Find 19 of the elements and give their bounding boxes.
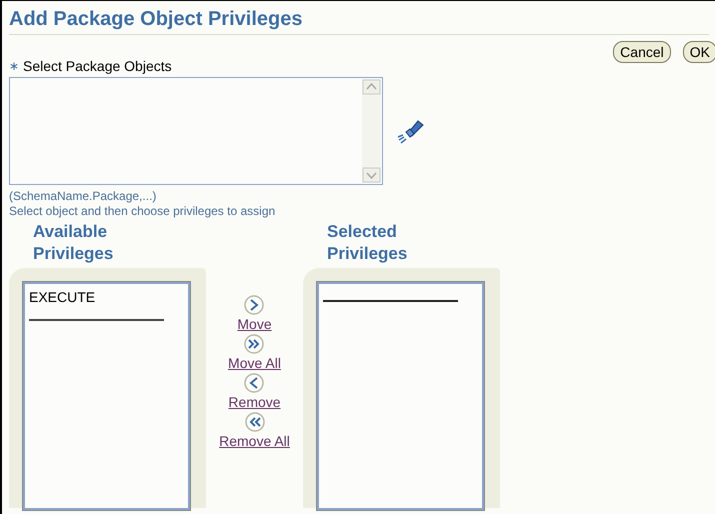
list-option[interactable]: EXECUTE <box>29 288 184 306</box>
page-title: Add Package Object Privileges <box>9 7 709 35</box>
action-button[interactable]: OK <box>682 41 715 63</box>
field-hint: (SchemaName.Package,...) <box>9 189 158 203</box>
privileges-listbox[interactable]: EXECUTE <box>23 282 190 510</box>
shuttle-link[interactable]: Remove All <box>219 432 290 450</box>
right-chevron-icon[interactable] <box>244 295 264 315</box>
double-left-chevron-icon[interactable] <box>244 412 264 432</box>
shuttle-link[interactable]: Remove <box>228 393 281 411</box>
shuttle-link[interactable]: Move <box>237 315 272 333</box>
list-heading: Available Privileges <box>32 221 114 265</box>
shuttle-link[interactable]: Move All <box>228 354 281 372</box>
list-heading: Selected Privileges <box>326 221 408 265</box>
left-chevron-icon[interactable] <box>244 373 264 393</box>
instruction-text: Select object and then choose privileges to assign <box>9 204 276 218</box>
field-label: Select Package Objects <box>23 57 172 75</box>
action-button[interactable]: Cancel <box>613 41 671 63</box>
required-mark: ∗ <box>9 58 19 75</box>
double-right-chevron-icon[interactable] <box>244 334 264 354</box>
